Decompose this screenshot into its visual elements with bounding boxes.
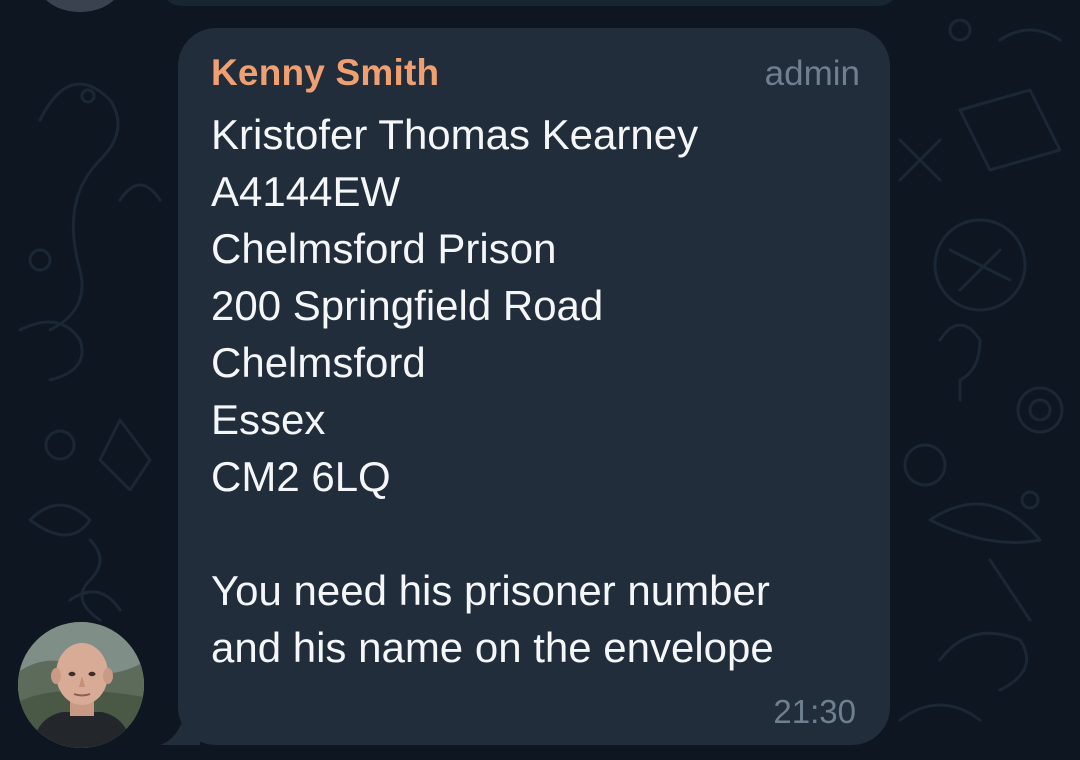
chat-area: Kenny Smith admin Kristofer Thomas Kearn… <box>0 0 1080 760</box>
message-bubble[interactable]: Kenny Smith admin Kristofer Thomas Kearn… <box>178 28 890 745</box>
message-line: Chelmsford Prison <box>211 225 557 272</box>
sender-role-badge: admin <box>764 54 860 93</box>
message-line: Chelmsford <box>211 339 426 386</box>
message-line: and his name on the envelope <box>211 624 774 671</box>
avatar-photo <box>18 622 144 748</box>
message-line: 200 Springfield Road <box>211 282 604 329</box>
message-line: Essex <box>211 396 326 443</box>
message-line: You need his prisoner number <box>211 567 770 614</box>
user-photo-avatar[interactable] <box>18 622 144 748</box>
previous-message-bubble[interactable] <box>160 0 900 6</box>
message-line: Kristofer Thomas Kearney <box>211 111 699 158</box>
message-line: A4144EW <box>211 168 401 215</box>
message-timestamp: 21:30 <box>773 693 856 730</box>
message-line: CM2 6LQ <box>211 453 391 500</box>
sender-name[interactable]: Kenny Smith <box>211 52 439 94</box>
message-text: Kristofer Thomas Kearney A4144EW Chelmsf… <box>211 106 871 676</box>
